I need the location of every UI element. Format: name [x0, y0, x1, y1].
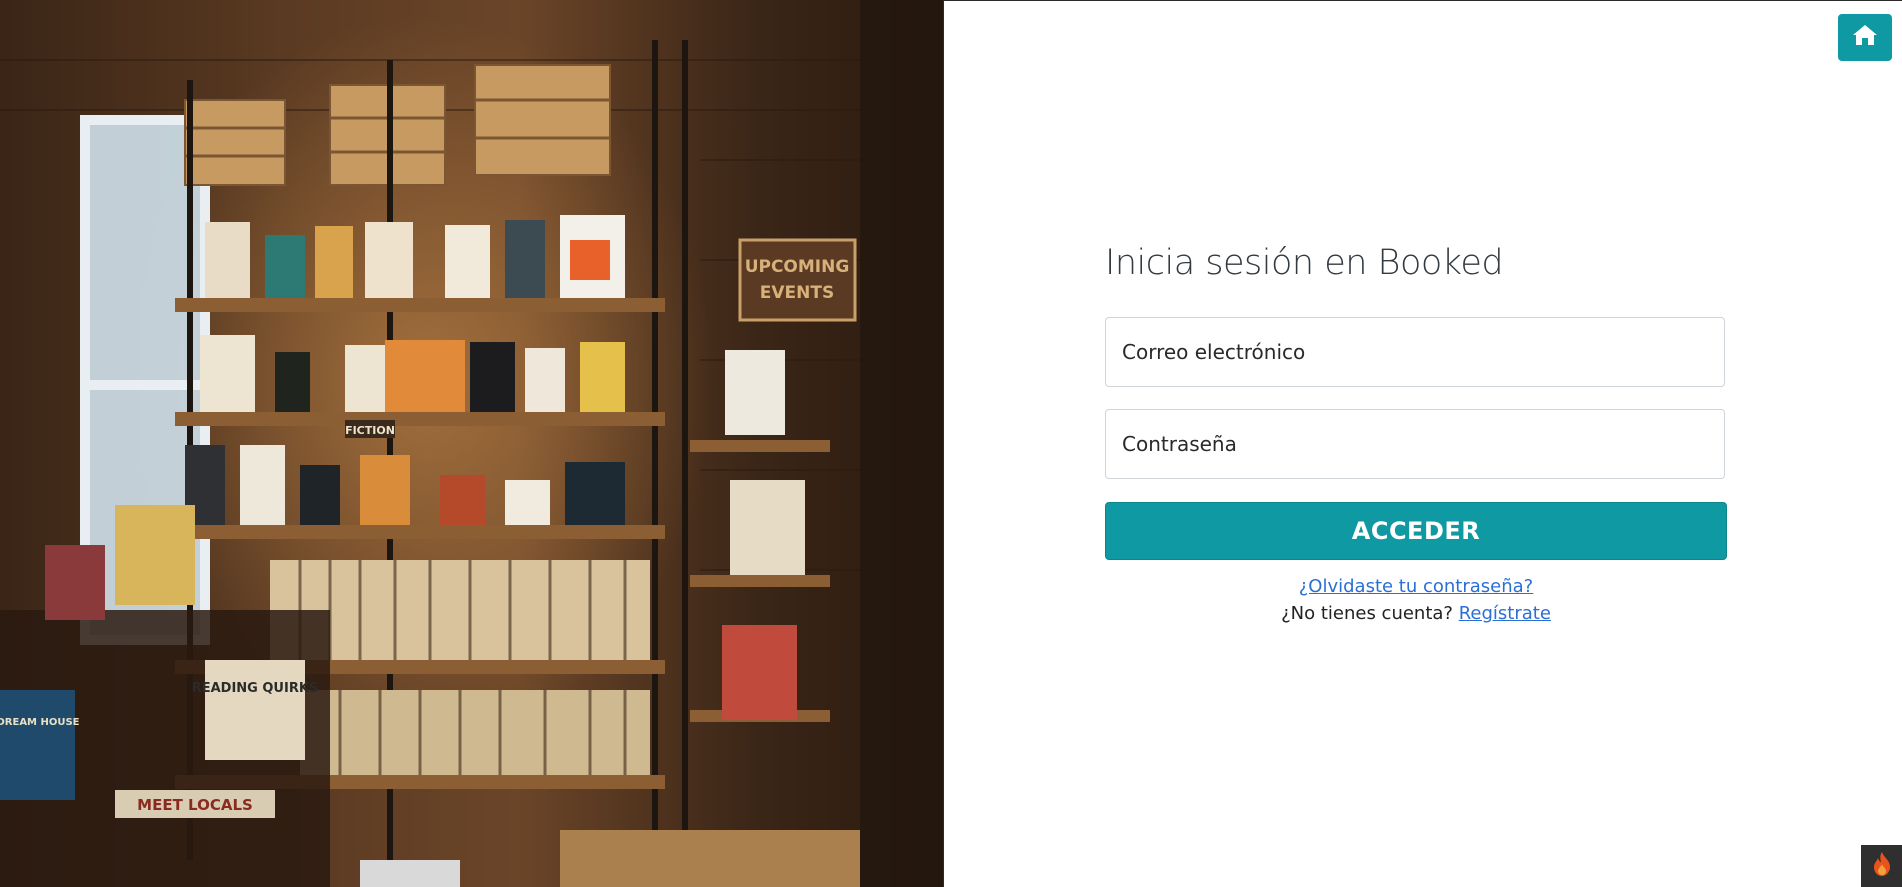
flame-icon [1871, 851, 1893, 882]
bookstore-illustration: UPCOMING EVENTS READING QUIRKS DREAM HOU… [0, 0, 943, 887]
password-field[interactable] [1105, 409, 1725, 479]
email-field[interactable] [1105, 317, 1725, 387]
bookstore-photo: UPCOMING EVENTS READING QUIRKS DREAM HOU… [0, 0, 943, 887]
book-title-dream-house: DREAM HOUSE [0, 717, 80, 728]
meet-locals-sign: MEET LOCALS [137, 796, 253, 814]
upcoming-sign-line1: UPCOMING [745, 257, 850, 277]
panel-divider [943, 0, 944, 887]
forgot-password-link[interactable]: ¿Olvidaste tu contraseña? [1299, 576, 1534, 597]
login-button[interactable]: ACCEDER [1105, 502, 1727, 560]
no-account-text: ¿No tienes cuenta? [1281, 603, 1453, 624]
login-title: Inicia sesión en Booked [1105, 243, 1504, 283]
upcoming-sign-line2: EVENTS [760, 283, 834, 303]
top-border [943, 0, 1902, 1]
debug-badge[interactable] [1861, 845, 1902, 887]
book-title-reading-quirks: READING QUIRKS [192, 681, 319, 696]
shelf-label-fiction: FICTION [345, 424, 395, 437]
register-link[interactable]: Regístrate [1459, 603, 1551, 624]
forgot-password-row: ¿Olvidaste tu contraseña? [1105, 576, 1727, 597]
home-button[interactable] [1838, 14, 1892, 61]
home-icon [1851, 23, 1879, 52]
register-row: ¿No tienes cuenta? Regístrate [1105, 603, 1727, 624]
